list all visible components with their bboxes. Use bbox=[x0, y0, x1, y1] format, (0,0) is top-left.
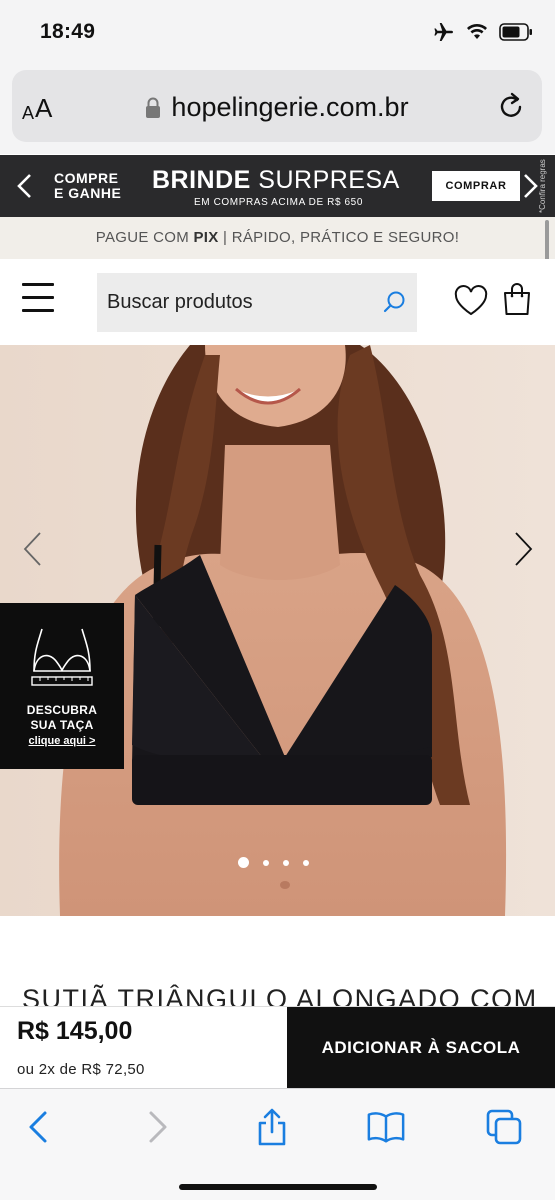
airplane-icon bbox=[434, 23, 453, 41]
add-to-bag-button[interactable]: ADICIONAR À SACOLA bbox=[287, 1007, 555, 1089]
search-box[interactable] bbox=[97, 273, 417, 332]
chevron-left-icon bbox=[29, 1111, 47, 1143]
book-icon bbox=[367, 1112, 405, 1143]
address-bar[interactable]: AA hopelingerie.com.br bbox=[12, 70, 542, 142]
size-finder-link[interactable]: clique aqui > bbox=[0, 735, 124, 747]
promo-title-light: SURPRESA bbox=[258, 166, 400, 194]
carousel-next-icon[interactable] bbox=[512, 531, 534, 567]
size-finder-title-line2: SUA TAÇA bbox=[30, 718, 94, 732]
menu-button[interactable] bbox=[22, 283, 54, 313]
carousel-dot[interactable] bbox=[303, 859, 309, 866]
status-icons bbox=[433, 22, 533, 42]
wifi-icon bbox=[467, 24, 487, 39]
heart-icon[interactable] bbox=[454, 285, 488, 317]
url-text: hopelingerie.com.br bbox=[171, 92, 409, 122]
carousel-dot[interactable] bbox=[283, 859, 289, 866]
share-button[interactable] bbox=[252, 1107, 292, 1147]
shopping-bag-icon[interactable] bbox=[502, 281, 532, 317]
tabs-button[interactable] bbox=[484, 1107, 524, 1147]
tabs-icon bbox=[486, 1109, 522, 1145]
status-time: 18:49 bbox=[40, 20, 96, 43]
bra-measure-icon bbox=[31, 628, 93, 686]
back-button[interactable] bbox=[18, 1107, 58, 1147]
forward-button[interactable] bbox=[138, 1107, 178, 1147]
url-display[interactable]: hopelingerie.com.br bbox=[12, 92, 542, 126]
pix-strip: PAGUE COM PIX | RÁPIDO, PRÁTICO E SEGURO… bbox=[0, 217, 555, 259]
chevron-left-icon[interactable] bbox=[14, 172, 36, 200]
promo-left-line1: COMPRE bbox=[54, 170, 119, 186]
size-finder-badge[interactable]: DESCUBRA SUA TAÇA clique aqui > bbox=[0, 603, 124, 769]
chevron-right-icon[interactable] bbox=[521, 172, 539, 200]
size-finder-title-line1: DESCUBRA bbox=[26, 703, 98, 717]
promo-left-line2: E GANHE bbox=[54, 185, 122, 201]
carousel-prev-icon[interactable] bbox=[22, 531, 44, 567]
buy-bar: R$ 145,00 ou 2x de R$ 72,50 ADICIONAR À … bbox=[0, 1006, 555, 1089]
share-icon bbox=[258, 1108, 286, 1146]
search-input[interactable] bbox=[107, 273, 377, 332]
promo-buy-button[interactable]: COMPRAR bbox=[432, 171, 520, 201]
pix-highlight: PIX bbox=[193, 229, 219, 246]
pix-prefix: PAGUE COM bbox=[95, 229, 194, 246]
promo-banner[interactable]: COMPRE E GANHE BRINDE SURPRESA EM COMPRA… bbox=[0, 155, 555, 217]
search-icon[interactable] bbox=[383, 290, 407, 314]
promo-rules-note[interactable]: *Confira regras bbox=[538, 159, 550, 213]
size-finder-title: DESCUBRA SUA TAÇA bbox=[0, 703, 124, 733]
chevron-right-icon bbox=[149, 1111, 167, 1143]
home-indicator bbox=[179, 1184, 377, 1190]
carousel-dot[interactable] bbox=[263, 859, 269, 866]
promo-title-bold: BRINDE bbox=[152, 166, 251, 194]
carousel-dots bbox=[238, 857, 309, 868]
status-bar: 18:49 bbox=[0, 0, 555, 64]
site-header bbox=[0, 259, 555, 345]
product-price: R$ 145,00 bbox=[17, 1017, 133, 1045]
promo-subtitle: EM COMPRAS ACIMA DE R$ 650 bbox=[194, 197, 363, 208]
battery-icon bbox=[499, 23, 532, 41]
installments-text: ou 2x de R$ 72,50 bbox=[17, 1061, 145, 1078]
carousel-dot-active[interactable] bbox=[238, 857, 249, 868]
promo-left-text: COMPRE E GANHE bbox=[54, 171, 121, 201]
lock-icon bbox=[146, 97, 161, 118]
bookmarks-button[interactable] bbox=[366, 1107, 406, 1147]
address-bar-area: AA hopelingerie.com.br bbox=[0, 64, 555, 154]
promo-title: BRINDE SURPRESA bbox=[152, 166, 400, 195]
pix-suffix: | RÁPIDO, PRÁTICO E SEGURO! bbox=[218, 229, 460, 246]
reload-icon[interactable] bbox=[496, 90, 526, 122]
